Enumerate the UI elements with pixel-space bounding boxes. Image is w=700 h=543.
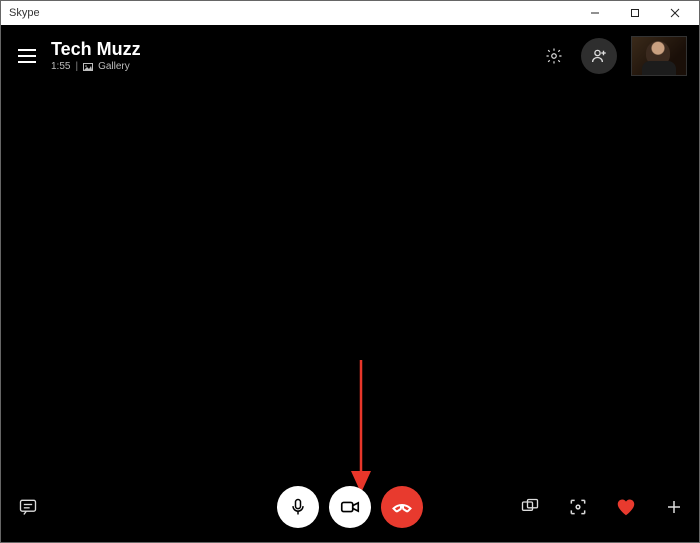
window-maximize-button[interactable] bbox=[615, 1, 655, 25]
app-title: Skype bbox=[9, 7, 575, 19]
bottom-right-controls bbox=[517, 494, 687, 520]
add-participant-button[interactable] bbox=[581, 38, 617, 74]
react-heart-button[interactable] bbox=[613, 494, 639, 520]
hangup-icon bbox=[390, 495, 414, 519]
app-window: Skype Tech Muzz 1:55 bbox=[0, 0, 700, 543]
os-titlebar: Skype bbox=[1, 1, 699, 25]
call-controls-bar bbox=[1, 472, 699, 542]
video-icon bbox=[339, 496, 361, 518]
call-duration: 1:55 bbox=[51, 61, 70, 72]
microphone-toggle-button[interactable] bbox=[277, 486, 319, 528]
gallery-label[interactable]: Gallery bbox=[98, 61, 130, 72]
end-call-button[interactable] bbox=[381, 486, 423, 528]
settings-button[interactable] bbox=[541, 43, 567, 69]
video-toggle-button[interactable] bbox=[329, 486, 371, 528]
add-person-icon bbox=[590, 47, 608, 65]
snapshot-button[interactable] bbox=[565, 494, 591, 520]
open-chat-button[interactable] bbox=[15, 494, 41, 520]
call-surface: Tech Muzz 1:55 | Gallery bbox=[1, 25, 699, 542]
plus-icon bbox=[665, 498, 683, 516]
header-right bbox=[541, 36, 687, 76]
snapshot-icon bbox=[568, 497, 588, 517]
call-header: Tech Muzz 1:55 | Gallery bbox=[1, 25, 699, 87]
self-video-thumbnail[interactable] bbox=[631, 36, 687, 76]
menu-icon bbox=[18, 49, 36, 63]
bottom-left-controls bbox=[15, 494, 41, 520]
gallery-icon bbox=[83, 63, 93, 71]
primary-call-controls bbox=[277, 486, 423, 528]
call-title: Tech Muzz bbox=[51, 40, 141, 60]
call-title-block: Tech Muzz 1:55 | Gallery bbox=[51, 40, 141, 73]
menu-button[interactable] bbox=[13, 42, 41, 70]
share-screen-icon bbox=[520, 497, 540, 517]
subline-separator: | bbox=[75, 61, 78, 72]
add-more-button[interactable] bbox=[661, 494, 687, 520]
microphone-icon bbox=[288, 497, 308, 517]
call-subline: 1:55 | Gallery bbox=[51, 61, 141, 72]
gear-icon bbox=[545, 47, 563, 65]
window-close-button[interactable] bbox=[655, 1, 695, 25]
share-screen-button[interactable] bbox=[517, 494, 543, 520]
heart-icon bbox=[615, 496, 637, 518]
chat-icon bbox=[18, 497, 38, 517]
window-minimize-button[interactable] bbox=[575, 1, 615, 25]
